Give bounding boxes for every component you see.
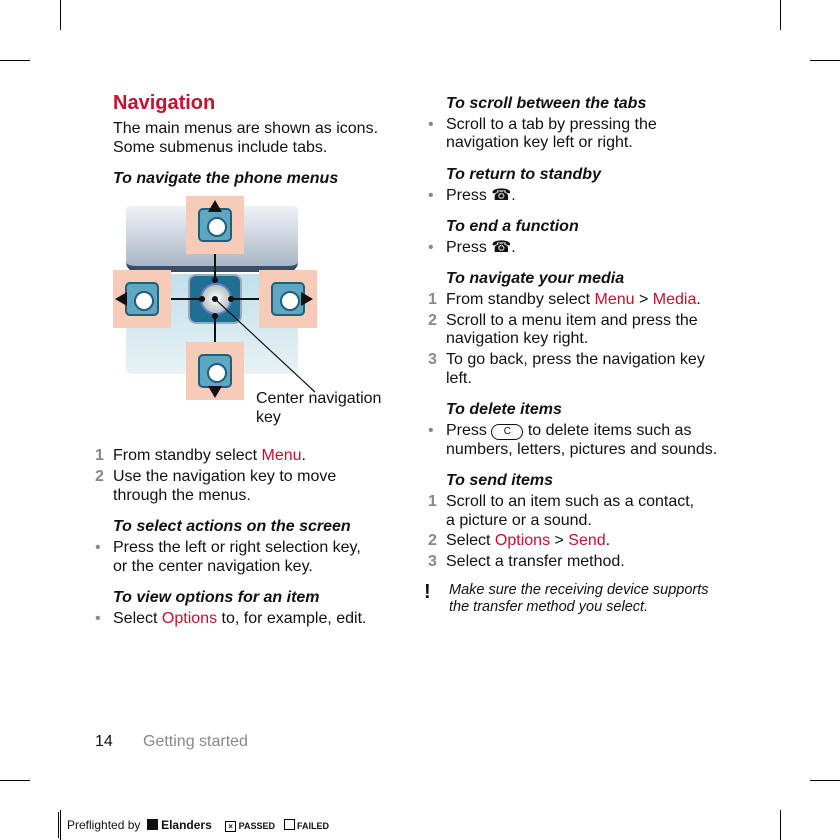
bullet-text: navigation key left or right. bbox=[446, 134, 633, 151]
bullet: • bbox=[428, 239, 434, 256]
bullet-text: Scroll to a tab by pressing the bbox=[446, 116, 657, 133]
failed-checkbox-icon bbox=[283, 819, 295, 830]
step-text: From standby select Menu > Media. bbox=[446, 291, 701, 308]
manual-page: Navigation The main menus are shown as i… bbox=[0, 0, 840, 840]
bullet: • bbox=[428, 422, 434, 439]
step-text: Select a transfer method. bbox=[446, 553, 625, 570]
step-number: 1 bbox=[428, 291, 437, 308]
bullet-text: Press the left or right selection key, bbox=[113, 539, 361, 556]
subheading: To navigate your media bbox=[446, 270, 625, 287]
crop-mark bbox=[810, 60, 840, 61]
arrow-left-icon bbox=[115, 292, 127, 306]
step-text: a picture or a sound. bbox=[446, 512, 592, 529]
step-number: 2 bbox=[428, 532, 437, 549]
subheading: To delete items bbox=[446, 401, 562, 418]
intro-line: Some submenus include tabs. bbox=[113, 139, 328, 156]
section-name: Getting started bbox=[143, 733, 248, 750]
step-number: 2 bbox=[428, 312, 437, 329]
options-link: Options bbox=[494, 532, 551, 549]
note-text: the transfer method you select. bbox=[449, 599, 649, 615]
arrow-up-icon bbox=[208, 200, 222, 212]
callout-label: key bbox=[256, 409, 281, 426]
end-call-icon: ☎ bbox=[491, 187, 512, 204]
crop-mark bbox=[780, 810, 781, 840]
step-number: 3 bbox=[428, 553, 437, 570]
subheading: To view options for an item bbox=[113, 589, 320, 606]
step-text: To go back, press the navigation key bbox=[446, 351, 705, 368]
passed-checkbox-icon: × bbox=[225, 821, 237, 832]
elanders-logo bbox=[146, 819, 158, 830]
subheading: To navigate the phone menus bbox=[113, 170, 339, 187]
callout-label: Center navigation bbox=[256, 390, 382, 407]
step-number: 3 bbox=[428, 351, 437, 368]
step-text: Scroll to a menu item and press the bbox=[446, 312, 698, 329]
step-text: Scroll to an item such as a contact, bbox=[446, 493, 695, 510]
bullet-text: numbers, letters, pictures and sounds. bbox=[446, 441, 718, 458]
page-number: 14 bbox=[95, 733, 113, 750]
send-link: Send bbox=[568, 532, 606, 549]
navigation-key-illustration bbox=[113, 196, 323, 400]
subheading: To end a function bbox=[446, 218, 579, 235]
step-text: Select Options > Send. bbox=[446, 532, 611, 549]
step-number: 2 bbox=[95, 468, 104, 485]
bullet-text: or the center navigation key. bbox=[113, 558, 313, 575]
step-text: navigation key right. bbox=[446, 330, 589, 347]
arrow-down-icon bbox=[208, 386, 222, 398]
bullet-text: Press ☎. bbox=[446, 187, 516, 204]
preflight-stamp: Preflighted by Elanders × PASSED FAILED bbox=[58, 812, 329, 838]
bullet: • bbox=[428, 187, 434, 204]
bullet: • bbox=[95, 610, 101, 627]
step-number: 1 bbox=[95, 447, 104, 464]
menu-link: Menu bbox=[261, 447, 302, 464]
intro-line: The main menus are shown as icons. bbox=[113, 120, 379, 137]
clear-key-icon: C bbox=[491, 424, 524, 440]
bullet: • bbox=[428, 116, 434, 133]
step-text: through the menus. bbox=[113, 487, 251, 504]
bullet-text: Press ☎. bbox=[446, 239, 516, 256]
crop-mark bbox=[0, 780, 30, 781]
bullet-text: Select Options to, for example, edit. bbox=[113, 610, 367, 627]
section-title: Navigation bbox=[113, 92, 216, 114]
step-number: 1 bbox=[428, 493, 437, 510]
crop-mark bbox=[0, 60, 30, 61]
bullet-text: Press C to delete items such as bbox=[446, 422, 692, 440]
subheading: To select actions on the screen bbox=[113, 518, 351, 535]
arrow-right-icon bbox=[301, 292, 313, 306]
step-text: From standby select Menu. bbox=[113, 447, 306, 464]
subheading: To scroll between the tabs bbox=[446, 95, 647, 112]
crop-mark bbox=[810, 780, 840, 781]
crop-mark bbox=[780, 0, 781, 30]
note-text: Make sure the receiving device supports bbox=[449, 582, 709, 598]
crop-mark bbox=[60, 0, 61, 30]
menu-link: Menu bbox=[594, 291, 635, 308]
options-link: Options bbox=[161, 610, 218, 627]
bullet: • bbox=[95, 539, 101, 556]
subheading: To send items bbox=[446, 472, 553, 489]
end-call-icon: ☎ bbox=[491, 239, 512, 256]
subheading: To return to standby bbox=[446, 166, 601, 183]
step-text: Use the navigation key to move bbox=[113, 468, 337, 485]
step-text: left. bbox=[446, 370, 472, 387]
warning-icon: ! bbox=[424, 581, 431, 603]
media-link: Media bbox=[652, 291, 697, 308]
